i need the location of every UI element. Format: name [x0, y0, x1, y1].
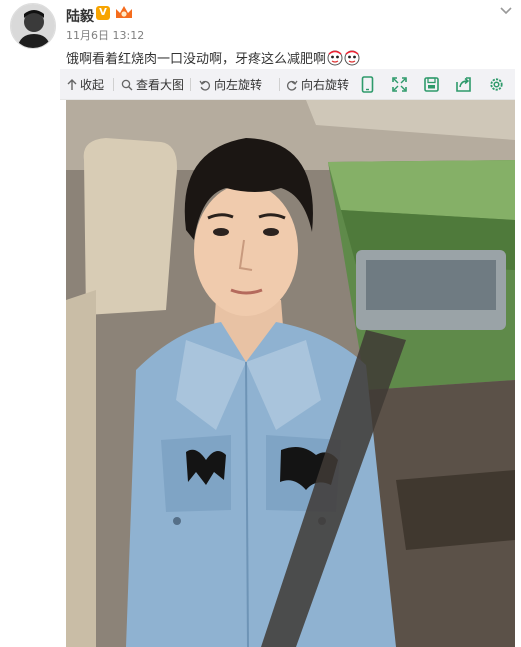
post-text: 饿啊看着红烧肉一口没动啊，牙疼这么减肥啊: [66, 52, 327, 67]
collapse-button[interactable]: 收起: [67, 69, 104, 100]
image-toolbar: 收起 查看大图 向左旋转 向右旋转: [60, 69, 515, 100]
view-large-button[interactable]: 查看大图: [121, 69, 184, 100]
emoji-icon: [344, 50, 360, 66]
rotate-right-button[interactable]: 向右旋转: [286, 69, 349, 100]
emoji-icon: [327, 50, 343, 66]
post-timestamp[interactable]: 11月6日 13:12: [66, 27, 144, 43]
toolbar-divider: [113, 78, 114, 91]
rotate-left-label: 向左旋转: [214, 78, 263, 92]
rotate-left-icon: [199, 80, 211, 91]
toolbar-divider: [190, 78, 191, 91]
crown-icon: [114, 4, 134, 21]
fullscreen-icon[interactable]: [390, 75, 409, 94]
rotate-right-label: 向右旋转: [301, 78, 350, 92]
phone-icon[interactable]: [358, 75, 377, 94]
rotate-left-button[interactable]: 向左旋转: [199, 69, 262, 100]
view-large-label: 查看大图: [136, 78, 185, 92]
author-name[interactable]: 陆毅: [66, 6, 94, 26]
avatar[interactable]: [10, 3, 56, 49]
collapse-label: 收起: [80, 78, 105, 92]
save-icon[interactable]: [422, 75, 441, 94]
share-icon[interactable]: [454, 75, 473, 94]
toolbar-divider: [279, 78, 280, 91]
arrow-up-icon: [67, 78, 77, 90]
settings-icon[interactable]: [487, 75, 506, 94]
rotate-right-icon: [286, 80, 298, 91]
post-header: 陆毅 V 11月6日 13:12 饿啊看着红烧肉一口没动啊，牙疼这么减肥啊: [0, 0, 521, 68]
chevron-down-icon[interactable]: [499, 2, 513, 15]
search-icon: [121, 79, 133, 90]
verified-badge-icon: V: [96, 6, 110, 20]
post-photo[interactable]: [66, 100, 515, 647]
post-content: 饿啊看着红烧肉一口没动啊，牙疼这么减肥啊: [66, 48, 360, 67]
